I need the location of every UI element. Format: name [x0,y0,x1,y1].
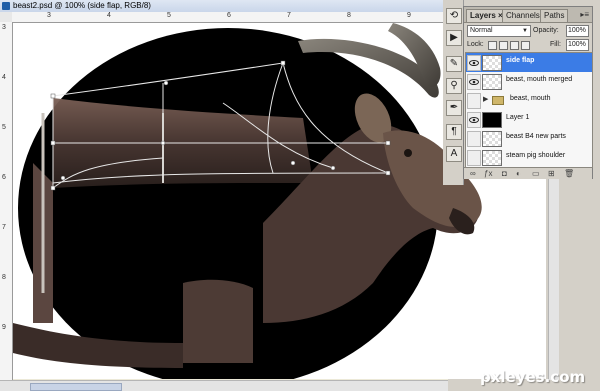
watermark-logo: pxleyes.com [480,368,586,386]
type-icon[interactable]: A [446,146,462,162]
trash-icon[interactable]: 🗑 [564,168,574,179]
layer-name: beast, mouth merged [506,76,573,83]
layer-name: Layer 1 [506,114,530,121]
layer-list[interactable]: side flap beast, mouth merged ▶ beast, m… [465,52,593,168]
antelope-eye [404,149,412,157]
layer-name: beast B4 new parts [506,133,566,140]
leg-area [183,279,253,363]
ruler-left-label: 7 [2,224,6,231]
chevron-down-icon: ▼ [522,28,528,34]
ruler-top-label: 5 [167,12,171,19]
photoshop-document-icon [2,2,10,10]
blend-opacity-row: Normal ▼ Opacity: 100% [464,24,592,37]
layer-thumbnail [482,55,502,71]
eye-icon [469,60,479,66]
layer-row[interactable]: beast, mouth merged [466,72,592,92]
document-title-bar[interactable]: beast2.psd @ 100% (side flap, RGB/8) [0,0,448,12]
layer-row[interactable]: steam pig shoulder [466,148,592,167]
history-icon[interactable]: ⟲ [446,8,462,24]
eye-icon [469,79,479,85]
ruler-top-label: 3 [47,12,51,19]
ruler-left-label: 6 [2,174,6,181]
visibility-toggle[interactable] [467,112,481,128]
ruler-top-label: 4 [107,12,111,19]
ruler-top-label: 8 [347,12,351,19]
adjustment-icon[interactable]: ◐ [516,168,521,179]
opacity-label: Opacity: [533,27,559,34]
layer-name: steam pig shoulder [506,152,566,159]
opacity-field[interactable]: 100% [566,25,589,37]
ruler-left-label: 5 [2,124,6,131]
panel-tab-bar: Layers × Channels Paths ▸≡ [464,7,592,23]
lock-label: Lock: [467,41,484,48]
lock-all-icon[interactable] [521,41,530,50]
ruler-left[interactable]: 3 4 5 6 7 8 9 [0,22,13,380]
tab-channels[interactable]: Channels [502,9,544,22]
layer-thumbnail [482,150,502,166]
blend-mode-select[interactable]: Normal ▼ [467,25,531,37]
fill-field[interactable]: 100% [566,39,589,51]
layer-name: beast, mouth [510,95,551,102]
play-icon[interactable]: ▶ [446,30,462,46]
horizontal-scrollbar[interactable] [0,380,448,391]
brush-icon[interactable]: ✎ [446,56,462,72]
panel-menu-icon[interactable]: ▸≡ [580,10,589,19]
panel-tool-strip: ⟲ ▶ ✎ ⚲ ✒ ¶ A [443,0,464,185]
text-icon[interactable]: ¶ [446,124,462,140]
visibility-toggle[interactable] [467,74,481,90]
document-title: beast2.psd @ 100% (side flap, RGB/8) [13,1,151,10]
lock-fill-row: Lock: Fill: 100% [464,38,592,51]
layer-row[interactable]: side flap [466,53,592,73]
layers-panel: Layers × Channels Paths ▸≡ Normal ▼ Opac… [463,6,593,179]
ruler-left-label: 8 [2,274,6,281]
layers-panel-footer: ∞ ƒx ◘ ◐ ▭ ⊞ 🗑 [464,167,592,179]
clone-icon[interactable]: ⚲ [446,78,462,94]
ruler-left-label: 3 [2,24,6,31]
lock-position-icon[interactable] [510,41,519,50]
tab-layers[interactable]: Layers × [466,9,507,22]
ruler-left-label: 4 [2,74,6,81]
mask-icon[interactable]: ◘ [502,168,507,179]
layer-name: side flap [506,57,535,64]
layer-row[interactable]: ▶ beast, mouth [466,91,592,111]
lock-pixels-icon[interactable] [499,41,508,50]
layer-thumbnail [482,131,502,147]
ruler-left-label: 9 [2,324,6,331]
ruler-top-label: 6 [227,12,231,19]
eye-icon [469,117,479,123]
layer-thumbnail [482,112,502,128]
ruler-top[interactable]: 3 4 5 6 7 8 9 [12,12,448,23]
pen-icon[interactable]: ✒ [446,100,462,116]
visibility-toggle[interactable] [467,150,481,166]
tab-paths[interactable]: Paths [540,9,569,22]
layer-row[interactable]: Layer 1 [466,110,592,130]
lock-transparency-icon[interactable] [488,41,497,50]
blend-mode-value: Normal [470,27,493,34]
expand-arrow-icon[interactable]: ▶ [483,95,488,103]
fill-label: Fill: [550,41,561,48]
folder-icon[interactable]: ▭ [532,168,540,179]
visibility-toggle[interactable] [467,131,481,147]
layer-thumbnail [482,74,502,90]
new-layer-icon[interactable]: ⊞ [548,168,555,179]
visibility-toggle[interactable] [467,93,481,109]
layer-row[interactable]: beast B4 new parts [466,129,592,149]
visibility-toggle[interactable] [467,55,481,71]
ruler-top-label: 9 [407,12,411,19]
link-icon[interactable]: ∞ [470,168,476,179]
fx-icon[interactable]: ƒx [484,168,492,179]
ruler-top-label: 7 [287,12,291,19]
folder-icon [492,96,504,105]
